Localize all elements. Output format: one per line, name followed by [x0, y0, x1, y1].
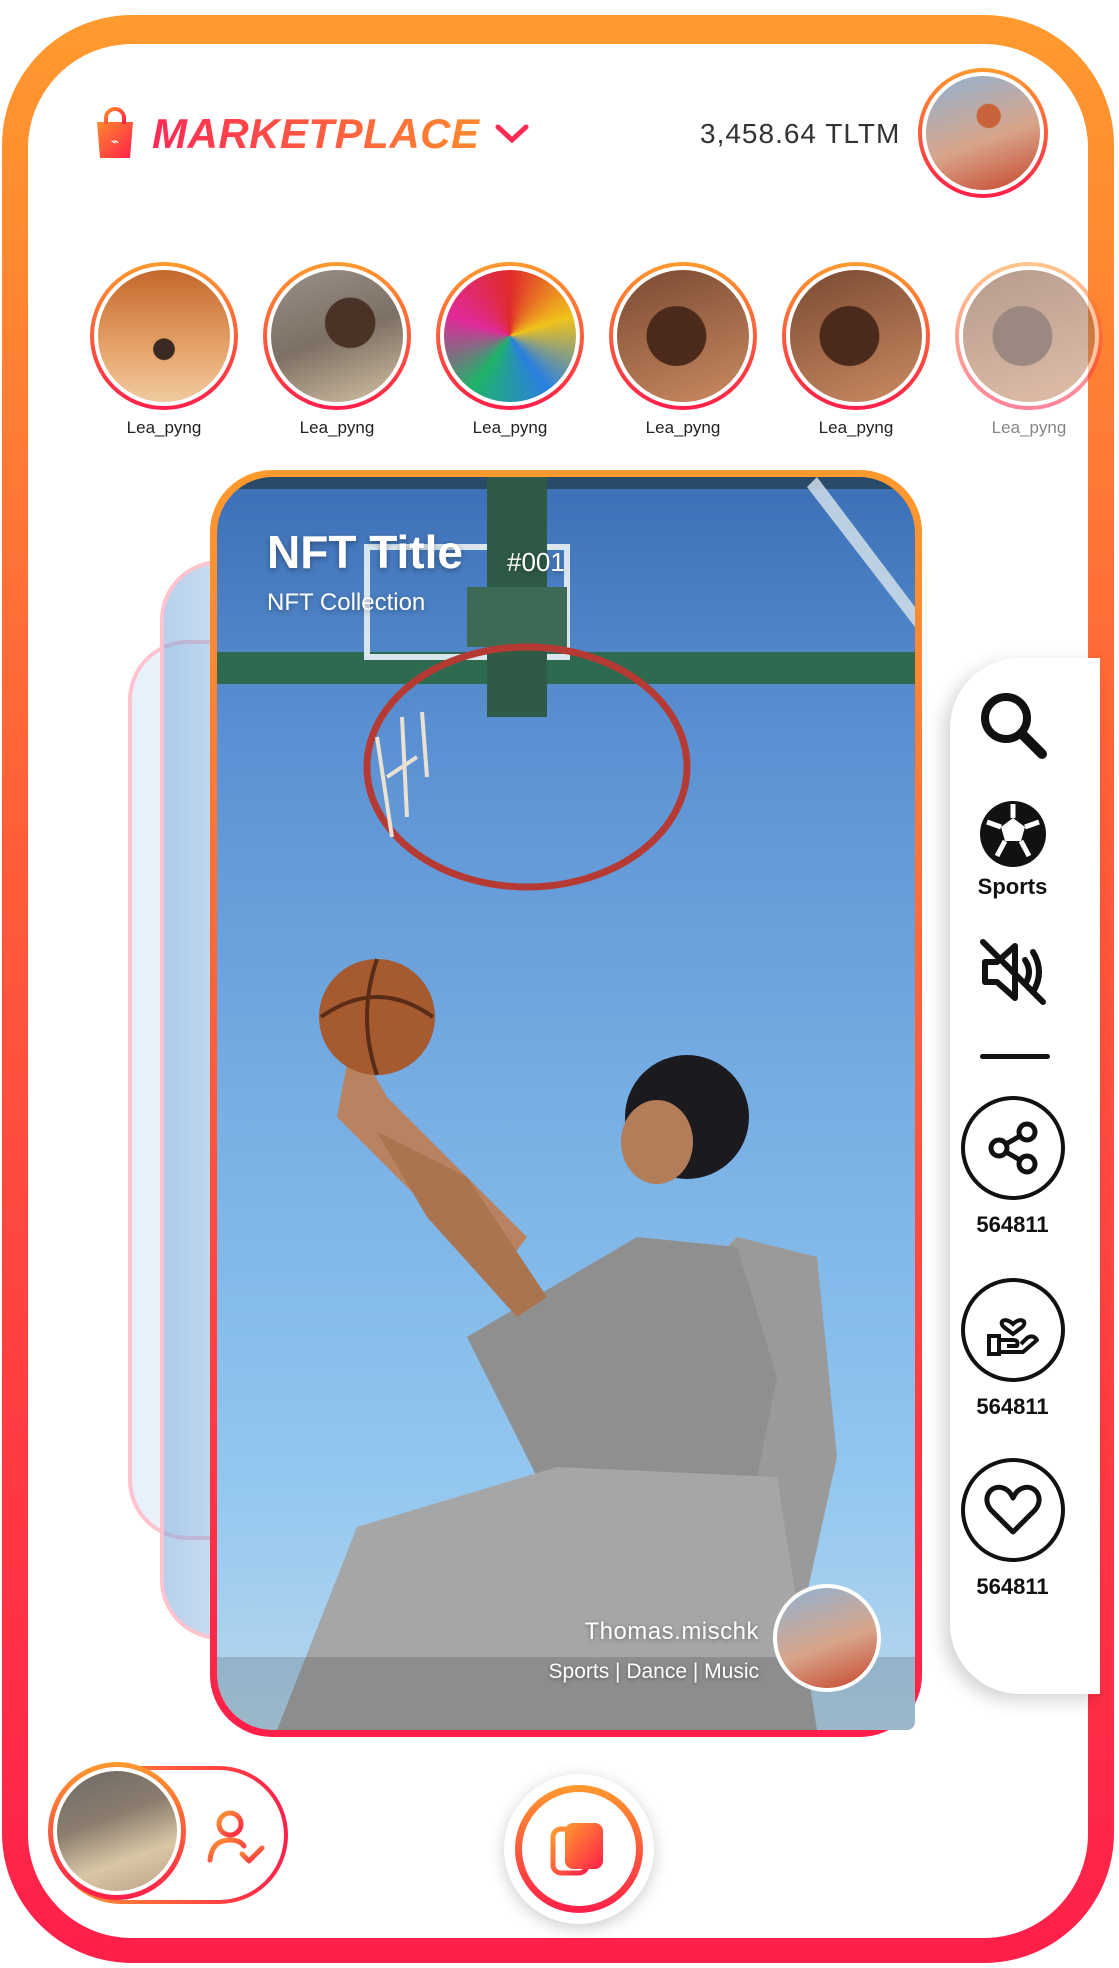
soccer-ball-icon [979, 801, 1046, 867]
story-username: Lea_pyng [991, 418, 1067, 437]
side-action-panel: Sports 564811 564811 564811 [950, 658, 1100, 1694]
nft-card[interactable]: NFT Title #001 NFT Collection Thomas.mis… [210, 470, 922, 1737]
search-button[interactable] [950, 688, 1075, 762]
chevron-down-icon [495, 124, 528, 144]
follow-user-pill[interactable] [48, 1762, 288, 1904]
story-username: Lea_pyng [645, 418, 721, 437]
cards-icon [550, 1823, 603, 1876]
like-count: 564811 [976, 1574, 1049, 1599]
like-button[interactable]: 564811 [950, 1458, 1075, 1600]
nft-image: NFT Title #001 NFT Collection Thomas.mis… [217, 477, 915, 1730]
donate-heart-hand-icon [986, 1318, 1039, 1356]
mute-button[interactable] [950, 934, 1075, 1010]
search-icon [980, 693, 1047, 759]
share-count: 564811 [976, 1212, 1049, 1237]
story-item[interactable]: Lea_pyng [263, 262, 411, 438]
creator-tags: Sports | Dance | Music [548, 1660, 759, 1683]
mute-icon [979, 939, 1046, 1005]
nft-number: #001 [507, 547, 565, 577]
share-button[interactable]: 564811 [950, 1096, 1075, 1238]
donate-button[interactable]: 564811 [950, 1278, 1075, 1420]
svg-text:⌁: ⌁ [111, 133, 119, 149]
basketball-scene [217, 477, 915, 1730]
story-item[interactable]: Lea_pyng [436, 262, 584, 438]
bag-icon: ⌁ [97, 107, 133, 158]
brand-title: MARKETPLACE [152, 110, 480, 157]
story-item[interactable]: Lea_pyng [609, 262, 757, 438]
cards-view-button[interactable] [504, 1774, 654, 1924]
story-username: Lea_pyng [126, 418, 202, 437]
follow-user-icon [207, 1810, 265, 1864]
token-balance: 3,458.64 TLTM [700, 118, 901, 149]
share-icon [988, 1121, 1037, 1175]
nft-title: NFT Title [267, 526, 463, 578]
nft-collection[interactable]: NFT Collection [267, 589, 425, 617]
story-username: Lea_pyng [472, 418, 548, 437]
profile-avatar[interactable] [918, 68, 1048, 198]
user-avatar[interactable] [48, 1762, 186, 1900]
category-button[interactable]: Sports [950, 798, 1075, 900]
story-item[interactable]: Lea_pyng [782, 262, 930, 438]
category-label: Sports [977, 874, 1048, 899]
stories-row: Lea_pyng Lea_pyng Lea_pyng Lea_pyng Lea_… [90, 262, 1103, 438]
story-item[interactable]: Lea_pyng [90, 262, 238, 438]
creator-avatar[interactable] [773, 1584, 881, 1692]
story-username: Lea_pyng [818, 418, 894, 437]
creator-name[interactable]: Thomas.mischk [584, 1618, 759, 1646]
story-item[interactable]: Lea_pyng [955, 262, 1103, 438]
heart-icon [983, 1484, 1042, 1535]
story-username: Lea_pyng [299, 418, 375, 437]
donate-count: 564811 [976, 1394, 1049, 1419]
marketplace-selector[interactable]: ⌁ MARKETPLACE [92, 106, 530, 162]
panel-divider [980, 1054, 1050, 1059]
